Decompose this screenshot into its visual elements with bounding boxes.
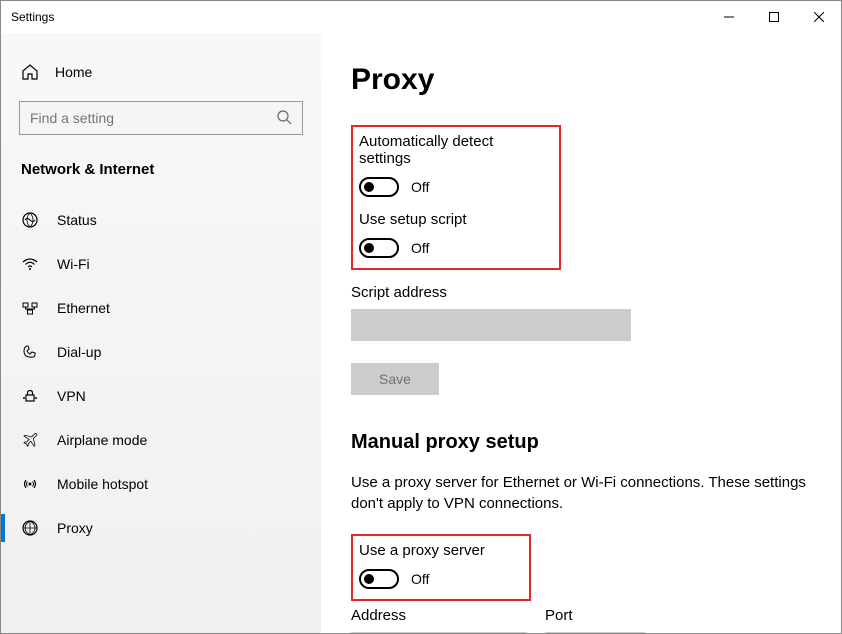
setup-script-toggle[interactable] xyxy=(359,238,399,258)
nav-item-dialup[interactable]: Dial-up xyxy=(1,330,321,374)
port-input[interactable] xyxy=(545,632,645,633)
highlight-box-auto: Automatically detect settings Off Use se… xyxy=(351,125,561,270)
highlight-box-proxy: Use a proxy server Off xyxy=(351,534,531,601)
search-input[interactable] xyxy=(30,110,276,126)
page-title: Proxy xyxy=(351,63,811,97)
nav-label: VPN xyxy=(57,388,86,404)
home-nav[interactable]: Home xyxy=(1,53,321,91)
nav-item-wifi[interactable]: Wi-Fi xyxy=(1,242,321,286)
dialup-icon xyxy=(21,343,39,361)
title-bar: Settings xyxy=(1,1,841,33)
maximize-button[interactable] xyxy=(751,1,796,33)
address-input[interactable] xyxy=(351,632,527,633)
save-button[interactable]: Save xyxy=(351,363,439,395)
script-address-input[interactable] xyxy=(351,309,631,341)
ethernet-icon xyxy=(21,299,39,317)
close-button[interactable] xyxy=(796,1,841,33)
wifi-icon xyxy=(21,255,39,273)
status-icon xyxy=(21,211,39,229)
port-label: Port xyxy=(545,607,645,624)
nav-label: Proxy xyxy=(57,520,93,536)
script-address-label: Script address xyxy=(351,284,811,301)
nav-item-proxy[interactable]: Proxy xyxy=(1,506,321,550)
nav-label: Wi-Fi xyxy=(57,256,90,272)
content: Proxy Automatically detect settings Off … xyxy=(321,33,841,633)
nav-list: Status Wi-Fi Ethernet xyxy=(1,198,321,550)
use-proxy-state: Off xyxy=(411,571,429,587)
minimize-button[interactable] xyxy=(706,1,751,33)
window-title: Settings xyxy=(11,10,706,24)
auto-detect-toggle[interactable] xyxy=(359,177,399,197)
nav-label: Mobile hotspot xyxy=(57,476,148,492)
nav-label: Ethernet xyxy=(57,300,110,316)
hotspot-icon xyxy=(21,475,39,493)
nav-label: Airplane mode xyxy=(57,432,147,448)
nav-label: Status xyxy=(57,212,97,228)
use-proxy-toggle[interactable] xyxy=(359,569,399,589)
home-icon xyxy=(21,63,39,81)
nav-item-vpn[interactable]: VPN xyxy=(1,374,321,418)
setup-script-label: Use setup script xyxy=(359,211,549,228)
section-title: Network & Internet xyxy=(1,153,321,198)
nav-item-status[interactable]: Status xyxy=(1,198,321,242)
sidebar: Home Network & Internet Status xyxy=(1,33,321,633)
auto-detect-state: Off xyxy=(411,179,429,195)
search-icon xyxy=(276,109,292,128)
manual-heading: Manual proxy setup xyxy=(351,431,811,454)
auto-detect-label: Automatically detect settings xyxy=(359,133,549,167)
manual-desc: Use a proxy server for Ethernet or Wi-Fi… xyxy=(351,472,811,514)
vpn-icon xyxy=(21,387,39,405)
airplane-icon xyxy=(21,431,39,449)
nav-item-airplane[interactable]: Airplane mode xyxy=(1,418,321,462)
nav-item-hotspot[interactable]: Mobile hotspot xyxy=(1,462,321,506)
nav-label: Dial-up xyxy=(57,344,101,360)
address-label: Address xyxy=(351,607,527,624)
proxy-icon xyxy=(21,519,39,537)
window-controls xyxy=(706,1,841,33)
use-proxy-label: Use a proxy server xyxy=(359,542,519,559)
home-label: Home xyxy=(55,64,92,80)
setup-script-state: Off xyxy=(411,240,429,256)
nav-item-ethernet[interactable]: Ethernet xyxy=(1,286,321,330)
search-box[interactable] xyxy=(19,101,303,135)
